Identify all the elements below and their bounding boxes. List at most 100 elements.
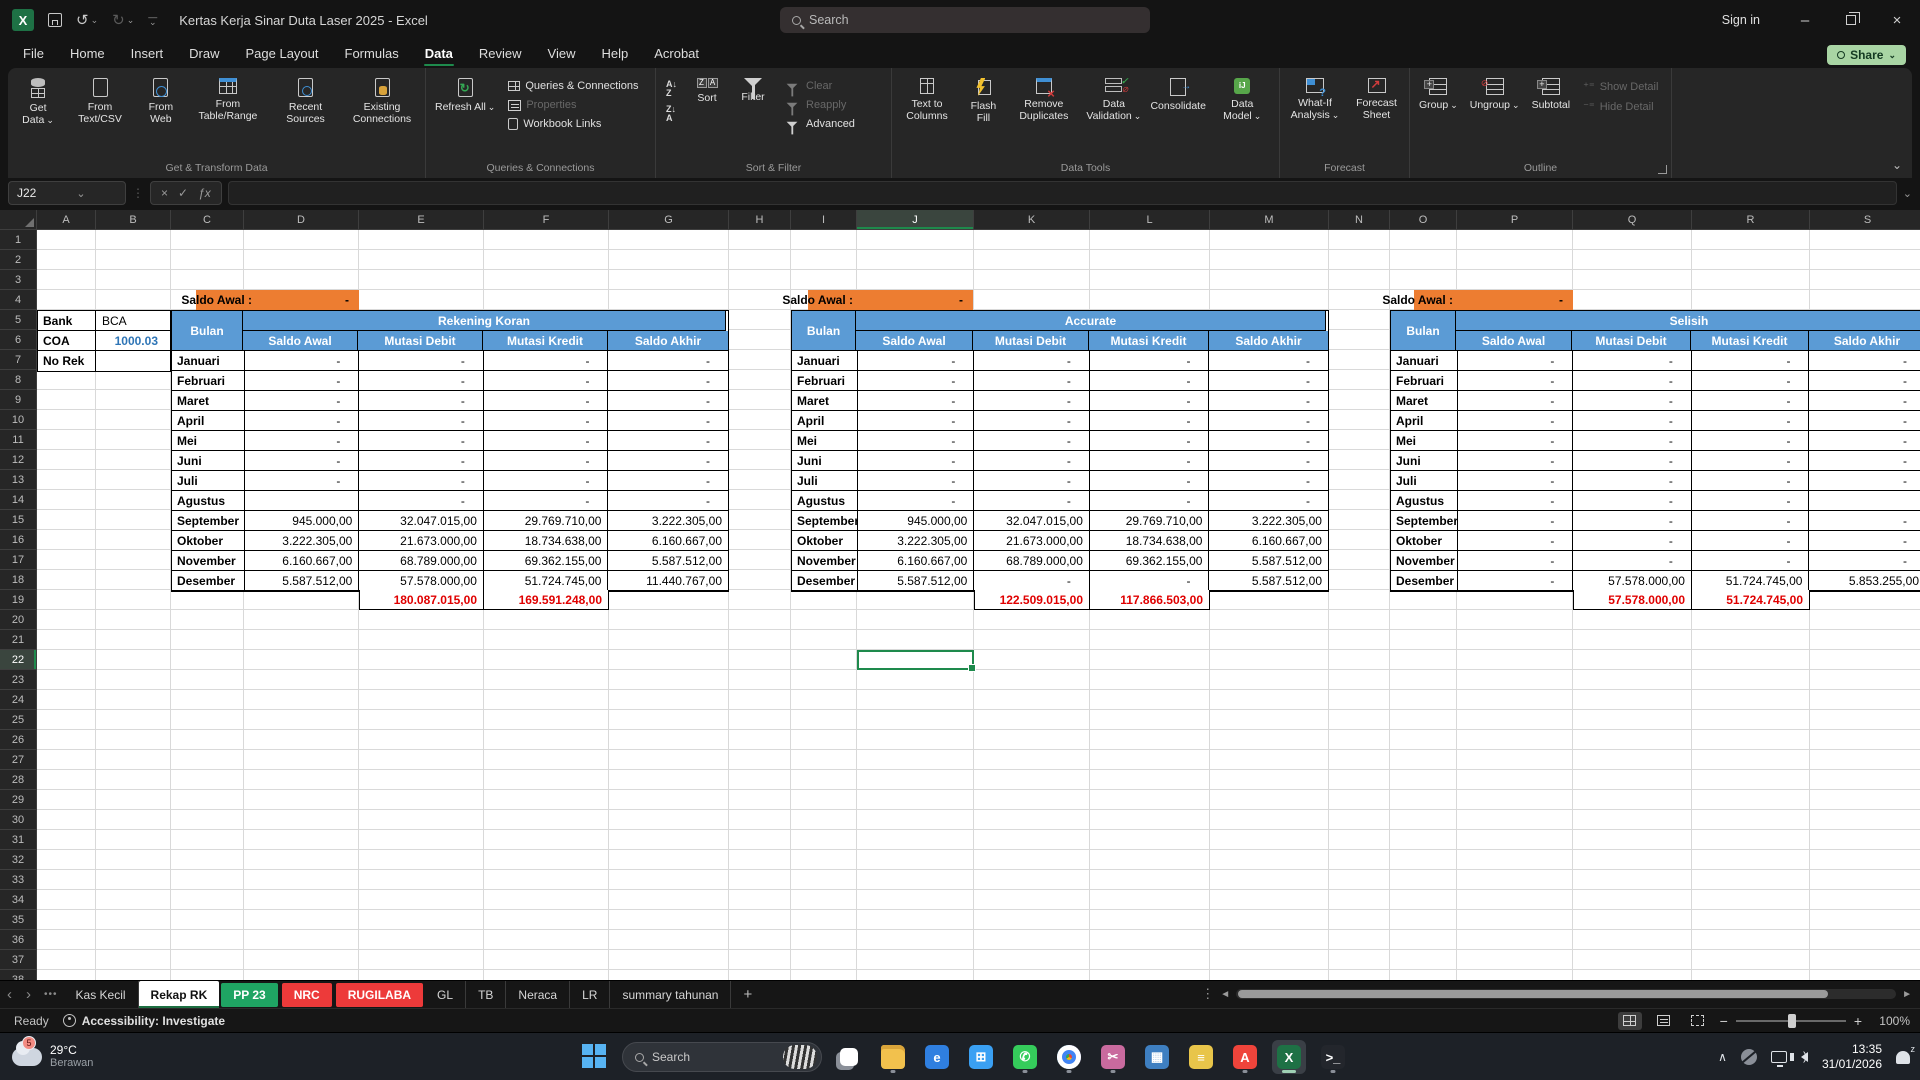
value-cell[interactable]: - [1090,471,1210,491]
value-cell[interactable]: - [484,371,609,391]
month-cell[interactable]: Mei [1391,431,1458,451]
column-title-cell[interactable]: Mutasi Debit [1572,331,1691,351]
sort-az-button[interactable]: A↓Z [660,78,683,100]
row-header-4[interactable]: 4 [0,290,37,310]
column-header-M[interactable]: M [1210,210,1329,230]
value-cell[interactable]: - [245,351,360,371]
value-cell[interactable]: - [484,391,609,411]
value-cell[interactable]: - [1090,351,1210,371]
value-cell[interactable]: - [1692,451,1810,471]
row-header-35[interactable]: 35 [0,910,37,930]
month-cell[interactable]: Maret [172,391,245,411]
value-cell[interactable] [245,491,360,511]
value-cell[interactable]: - [974,571,1090,591]
value-cell[interactable]: - [858,371,975,391]
zoom-thumb[interactable] [1788,1014,1796,1028]
sheet-tab-nrc[interactable]: NRC [282,983,332,1007]
info-label[interactable]: Bank [38,311,96,330]
value-cell[interactable]: - [1809,411,1920,431]
value-cell[interactable]: - [1573,431,1692,451]
column-header-P[interactable]: P [1457,210,1573,230]
value-cell[interactable]: 3.222.305,00 [245,531,360,551]
value-cell[interactable]: - [1458,391,1574,411]
value-cell[interactable]: - [1692,511,1810,531]
column-header-H[interactable]: H [729,210,791,230]
month-cell[interactable]: September [792,511,858,531]
value-cell[interactable]: - [1209,371,1328,391]
taskbar-search[interactable]: Search [622,1042,822,1072]
month-cell[interactable]: Juni [172,451,245,471]
from-table-range-button[interactable]: From Table/Range [188,74,268,126]
value-cell[interactable]: - [1458,491,1574,511]
row-header-9[interactable]: 9 [0,390,37,410]
value-cell[interactable]: - [1458,451,1574,471]
value-cell[interactable]: 29.769.710,00 [484,511,609,531]
ribbon-tab-view[interactable]: View [535,42,589,68]
value-cell[interactable]: - [1458,571,1574,591]
tabs-more-icon[interactable]: ••• [38,989,64,1000]
month-cell[interactable]: Juli [792,471,858,491]
column-header-E[interactable]: E [359,210,484,230]
column-title-cell[interactable]: Saldo Awal [1456,331,1572,351]
row-header-16[interactable]: 16 [0,530,37,550]
value-cell[interactable]: - [1209,351,1328,371]
value-cell[interactable]: - [1458,531,1574,551]
value-cell[interactable]: 945.000,00 [858,511,975,531]
value-cell[interactable]: - [1573,411,1692,431]
value-cell[interactable]: - [1692,411,1810,431]
flash-fill-button[interactable]: Flash Fill [960,74,1007,128]
search-box[interactable]: Search [780,7,1150,33]
row-header-19[interactable]: 19 [0,590,37,610]
value-cell[interactable]: 29.769.710,00 [1090,511,1210,531]
column-header-C[interactable]: C [171,210,244,230]
expand-formula-bar-icon[interactable]: ⌄ [1903,187,1912,200]
value-cell[interactable]: - [359,351,484,371]
ribbon-tab-file[interactable]: File [10,42,57,68]
select-all-corner[interactable] [0,210,37,230]
sheet-tab-tb[interactable]: TB [466,981,506,1009]
month-cell[interactable]: Mei [792,431,858,451]
column-title-cell[interactable]: Mutasi Debit [973,331,1089,351]
column-header-L[interactable]: L [1090,210,1210,230]
taskbar-icon-edge[interactable]: e [920,1040,954,1074]
month-cell[interactable]: Juni [1391,451,1458,471]
zoom-level[interactable]: 100% [1872,1014,1910,1028]
taskbar-icon-notepad[interactable]: ≡ [1184,1040,1218,1074]
value-cell[interactable]: 6.160.667,00 [1209,531,1328,551]
month-cell[interactable]: Oktober [792,531,858,551]
info-value[interactable]: BCA [96,311,170,330]
column-header-J[interactable]: J [857,210,974,230]
sheet-tab-summary-tahunan[interactable]: summary tahunan [610,981,731,1009]
refresh-all-button[interactable]: Refresh All [430,74,500,117]
value-cell[interactable]: - [1809,351,1920,371]
value-cell[interactable]: - [1458,511,1574,531]
name-box[interactable]: J22⌄ [8,181,126,205]
column-title-cell[interactable]: Saldo Awal [856,331,973,351]
value-cell[interactable]: - [858,451,975,471]
value-cell[interactable]: - [1209,471,1328,491]
notification-bell-icon[interactable] [1896,1051,1910,1064]
show-detail-button[interactable]: ⁺⁼Show Detail [1577,78,1664,95]
volume-icon[interactable] [1801,1052,1808,1062]
row-header-32[interactable]: 32 [0,850,37,870]
value-cell[interactable]: - [1573,451,1692,471]
info-label[interactable]: COA [38,331,96,350]
value-cell[interactable]: 3.222.305,00 [608,511,728,531]
value-cell[interactable]: - [359,371,484,391]
value-cell[interactable]: - [1809,431,1920,451]
column-title-cell[interactable]: Mutasi Kredit [1691,331,1809,351]
month-cell[interactable]: November [1391,551,1458,571]
month-cell[interactable]: September [172,511,245,531]
ribbon-tab-home[interactable]: Home [57,42,118,68]
get-data-button[interactable]: Get Data [12,74,64,130]
month-cell[interactable]: April [1391,411,1458,431]
total-value-cell[interactable]: 169.591.248,00 [484,590,609,610]
value-cell[interactable]: - [608,471,728,491]
row-header-7[interactable]: 7 [0,350,37,370]
value-cell[interactable]: 18.734.638,00 [484,531,609,551]
weather-widget[interactable]: 5 29°C Berawan [0,1044,93,1070]
tabs-scroll-right-icon[interactable]: › [19,986,38,1003]
ribbon-tab-review[interactable]: Review [466,42,535,68]
queries-connections-button[interactable]: Queries & Connections [502,78,644,94]
value-cell[interactable]: - [1209,431,1328,451]
